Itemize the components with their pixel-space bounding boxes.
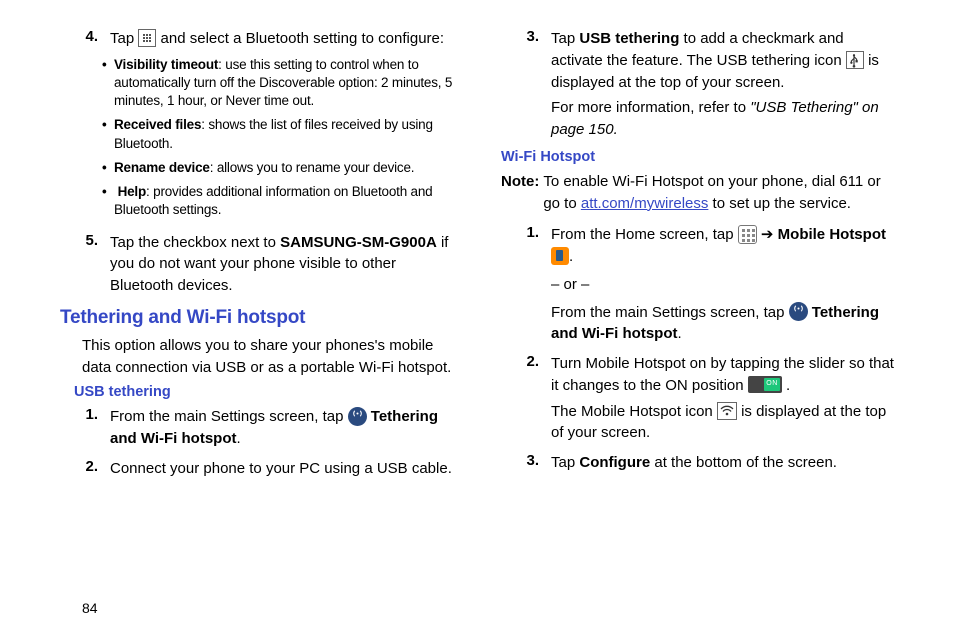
step-body: From the Home screen, tap ➔ Mobile Hotsp… (551, 224, 894, 345)
step-number: 4. (74, 28, 98, 224)
bullet-dot: • (102, 183, 114, 219)
step-4: 4. Tap and select a Bluetooth setting to… (60, 28, 453, 224)
step-body: Tap USB tethering to add a checkmark and… (551, 28, 894, 141)
apps-grid-icon (738, 225, 757, 244)
bullet-body: Visibility timeout: use this setting to … (114, 56, 453, 111)
step-body: Tap and select a Bluetooth setting to co… (110, 28, 453, 224)
note-block: Note: To enable Wi-Fi Hotspot on your ph… (501, 171, 894, 215)
wifi-step-1: 1. From the Home screen, tap ➔ Mobile Ho… (501, 224, 894, 345)
step-body: Connect your phone to your PC using a US… (110, 458, 453, 480)
mobile-hotspot-app-icon (551, 247, 569, 265)
bullet-visibility-timeout: • Visibility timeout: use this setting t… (102, 56, 453, 111)
or-separator: – or – (551, 274, 894, 296)
text: . (678, 325, 682, 342)
bullet-label: Received files (114, 117, 201, 132)
step-body: From the main Settings screen, tap Tethe… (110, 406, 453, 450)
left-column: 4. Tap and select a Bluetooth setting to… (60, 28, 453, 488)
step-number: 3. (515, 452, 539, 474)
bullet-text: : provides additional information on Blu… (114, 184, 432, 217)
bullet-text: : allows you to rename your device. (210, 160, 415, 175)
note-label: Note: (501, 171, 539, 215)
reference-line: For more information, refer to "USB Teth… (551, 97, 894, 141)
usb-step-3: 3. Tap USB tethering to add a checkmark … (501, 28, 894, 141)
arrow-icon: ➔ (757, 226, 778, 243)
text: For more information, refer to (551, 99, 750, 116)
text: From the main Settings screen, tap (110, 408, 348, 425)
bullet-dot: • (102, 56, 114, 111)
menu-icon (138, 29, 156, 47)
step-number: 2. (74, 458, 98, 480)
text: . (237, 430, 241, 447)
bold-text: Mobile Hotspot (778, 226, 886, 243)
text: . (786, 377, 790, 394)
text: From the main Settings screen, tap (551, 304, 789, 321)
intro-text: This option allows you to share your pho… (82, 335, 453, 379)
text: Tap (551, 30, 579, 47)
step-body: Tap Configure at the bottom of the scree… (551, 452, 894, 474)
bullet-dot: • (102, 116, 114, 152)
wifi-step-2: 2. Turn Mobile Hotspot on by tapping the… (501, 353, 894, 444)
bullet-help: • Help: provides additional information … (102, 183, 453, 219)
bold-text: Configure (579, 454, 650, 471)
note-body: To enable Wi-Fi Hotspot on your phone, d… (543, 171, 894, 215)
bullet-body: Help: provides additional information on… (114, 183, 453, 219)
bullet-received-files: • Received files: shows the list of file… (102, 116, 453, 152)
tethering-circle-icon (789, 302, 808, 321)
text: Tap (551, 454, 579, 471)
text: to set up the service. (708, 195, 851, 212)
bold-text: USB tethering (579, 30, 679, 47)
step-5: 5. Tap the checkbox next to SAMSUNG-SM-G… (60, 232, 453, 297)
text: Tap (110, 30, 138, 47)
usb-step-2: 2. Connect your phone to your PC using a… (60, 458, 453, 480)
step-number: 2. (515, 353, 539, 444)
heading-tethering: Tethering and Wi-Fi hotspot (60, 307, 453, 329)
text: . (569, 248, 573, 265)
bullet-dot: • (102, 159, 114, 177)
step-number: 3. (515, 28, 539, 141)
bullet-body: Received files: shows the list of files … (114, 116, 453, 152)
wifi-hotspot-icon (717, 402, 737, 420)
device-name: SAMSUNG-SM-G900A (280, 234, 437, 251)
step-body: Tap the checkbox next to SAMSUNG-SM-G900… (110, 232, 453, 297)
right-column: 3. Tap USB tethering to add a checkmark … (501, 28, 894, 488)
text: and select a Bluetooth setting to config… (156, 30, 444, 47)
wifi-step-3: 3. Tap Configure at the bottom of the sc… (501, 452, 894, 474)
att-link[interactable]: att.com/mywireless (581, 195, 709, 212)
switch-on-icon (748, 376, 782, 393)
bullet-label: Visibility timeout (114, 57, 218, 72)
bullet-label: Rename device (114, 160, 210, 175)
bullet-body: Rename device: allows you to rename your… (114, 159, 453, 177)
text: From the Home screen, tap (551, 226, 738, 243)
heading-usb-tethering: USB tethering (74, 384, 453, 400)
line-2: The Mobile Hotspot icon is displayed at … (551, 401, 894, 445)
step-number: 5. (74, 232, 98, 297)
step-number: 1. (74, 406, 98, 450)
bullet-rename-device: • Rename device: allows you to rename yo… (102, 159, 453, 177)
text: The Mobile Hotspot icon (551, 403, 717, 420)
text: Turn Mobile Hotspot on by tapping the sl… (551, 355, 894, 394)
bullet-label: Help (118, 184, 146, 199)
usb-step-1: 1. From the main Settings screen, tap Te… (60, 406, 453, 450)
step-number: 1. (515, 224, 539, 345)
text: at the bottom of the screen. (650, 454, 837, 471)
page-columns: 4. Tap and select a Bluetooth setting to… (60, 28, 894, 488)
tethering-circle-icon (348, 407, 367, 426)
text: Tap the checkbox next to (110, 234, 280, 251)
step-body: Turn Mobile Hotspot on by tapping the sl… (551, 353, 894, 444)
usb-icon (846, 51, 864, 69)
page-number: 84 (82, 600, 98, 616)
heading-wifi-hotspot: Wi-Fi Hotspot (501, 149, 894, 165)
